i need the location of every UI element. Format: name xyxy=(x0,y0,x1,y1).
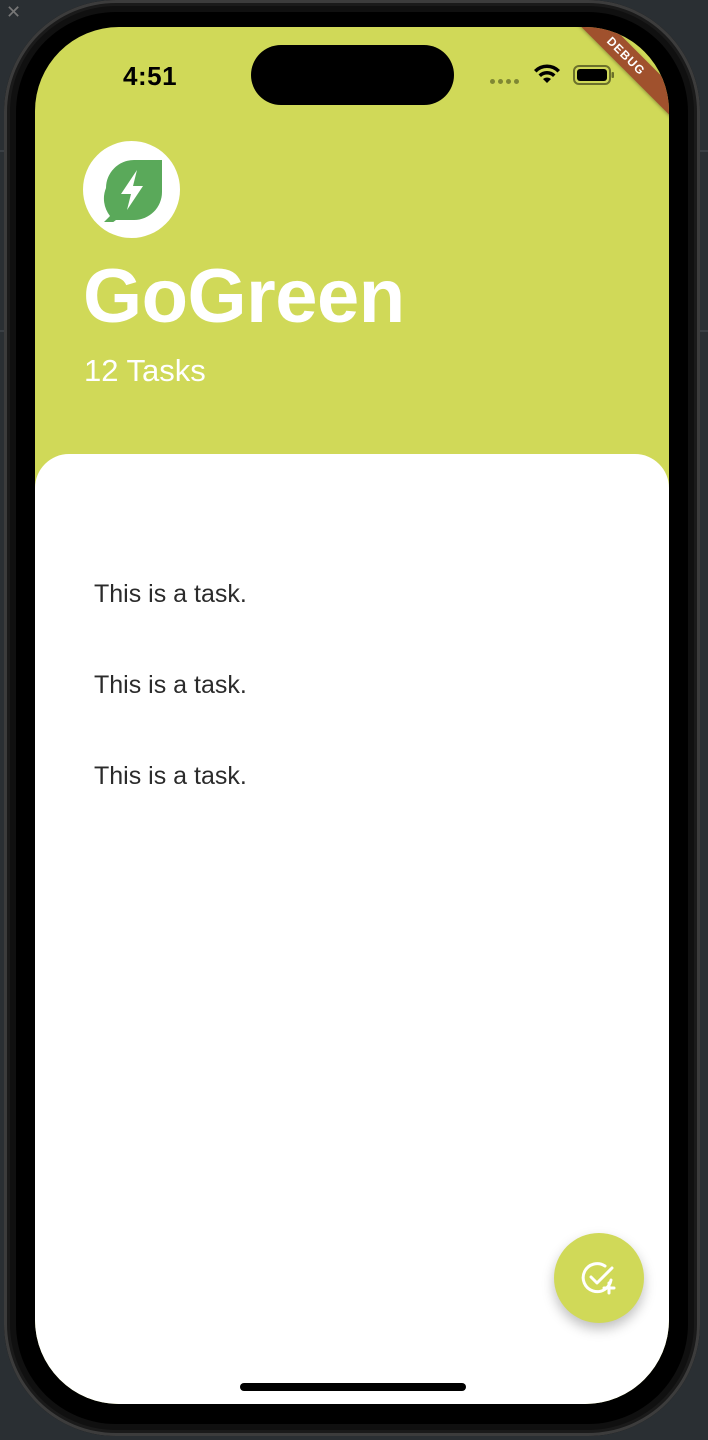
status-time: 4:51 xyxy=(123,61,178,91)
task-item[interactable]: This is a task. xyxy=(94,579,247,670)
wifi-icon xyxy=(534,64,560,83)
home-indicator[interactable] xyxy=(240,1383,466,1391)
task-count: 12 Tasks xyxy=(84,353,206,388)
app-logo xyxy=(83,141,180,238)
battery-icon xyxy=(573,65,614,85)
add-task-icon xyxy=(581,1262,616,1295)
app-title: GoGreen xyxy=(83,254,405,339)
task-item[interactable]: This is a task. xyxy=(94,670,247,761)
signal-icon xyxy=(490,79,519,84)
task-item[interactable]: This is a task. xyxy=(94,761,247,852)
app-screen: 4:51 DEBUG GoGreen 12 Tasks This is a ta… xyxy=(35,27,669,1404)
add-task-button[interactable] xyxy=(554,1233,644,1323)
task-list: This is a task. This is a task. This is … xyxy=(94,579,247,852)
dynamic-island xyxy=(251,45,454,105)
desktop-close-icon: ✕ xyxy=(6,2,22,23)
leaf-bolt-icon xyxy=(103,160,162,222)
